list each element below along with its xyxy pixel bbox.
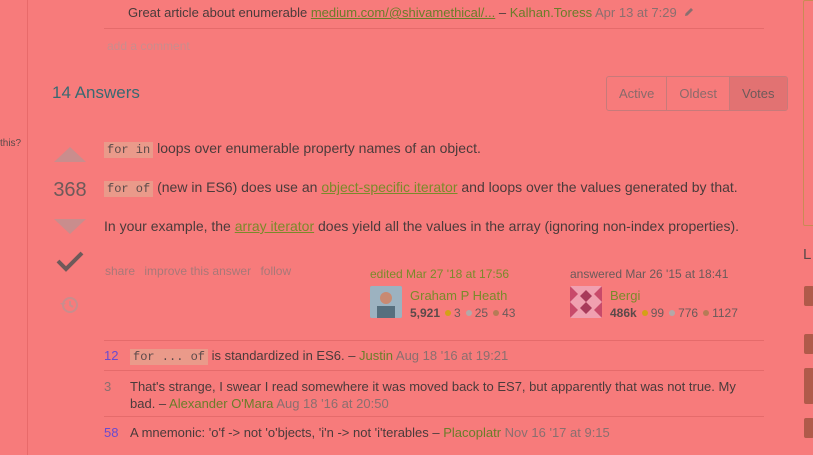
author-reputation: 486k 99 776 1127	[610, 306, 738, 320]
gold-badge-icon	[445, 310, 452, 317]
divider	[104, 340, 764, 341]
pencil-icon[interactable]	[683, 6, 695, 18]
history-icon[interactable]	[59, 294, 81, 316]
answer-link[interactable]: array iterator	[235, 218, 314, 234]
comment-author[interactable]: Placoplatr	[443, 425, 501, 440]
bronze-badge-count: 1127	[712, 306, 738, 320]
comment-author[interactable]: Kalhan.Toress	[510, 5, 592, 20]
comment-date[interactable]: Aug 18 '16 at 19:21	[393, 348, 508, 363]
comment-text: That's strange, I swear I read somewhere…	[130, 379, 736, 394]
answer-text: and loops over the values generated by t…	[457, 179, 738, 195]
reputation-score: 5,921	[410, 306, 441, 320]
tab-votes[interactable]: Votes	[729, 77, 787, 110]
inline-code: for of	[104, 181, 154, 197]
comment-text: is standardized in ES6. –	[208, 348, 360, 363]
answered-label: answered Mar 26 '15 at 18:41	[570, 267, 729, 281]
comment-text: A mnemonic: 'o'f -> not 'o'bjects, 'i'n …	[130, 425, 444, 440]
inline-code: for ... of	[130, 349, 209, 365]
comment: 58 A mnemonic: 'o'f -> not 'o'bjects, 'i'…	[104, 425, 610, 440]
comment-date[interactable]: Nov 16 '17 at 9:15	[501, 425, 610, 440]
comment-date[interactable]: Apr 13 at 7:29	[592, 5, 677, 20]
silver-badge-count: 776	[678, 306, 699, 320]
vote-count: 368	[53, 179, 87, 201]
answer-text: does yield all the values in the array (…	[314, 218, 740, 234]
author-name[interactable]: Bergi	[610, 288, 640, 303]
sort-tabs: Active Oldest Votes	[606, 76, 788, 111]
right-sidebar-box	[803, 0, 813, 226]
comment-link[interactable]: medium.com/@shivamethical/...	[311, 5, 495, 20]
silver-badge-count: 25	[474, 306, 489, 320]
comment-text: bad. –	[130, 396, 170, 411]
answer-paragraph: In your example, the array iterator does…	[104, 218, 739, 234]
right-sidebar-chip[interactable]	[804, 286, 813, 306]
edited-label[interactable]: edited Mar 27 '18 at 17:56	[370, 267, 509, 281]
editor-reputation: 5,921 3 25 43	[410, 306, 515, 320]
divider	[104, 370, 764, 371]
comment-separator: –	[495, 5, 510, 20]
comment-score: 3	[104, 379, 112, 394]
answer-link[interactable]: object-specific iterator	[321, 179, 457, 195]
gold-badge-icon	[641, 310, 648, 317]
tab-oldest[interactable]: Oldest	[667, 77, 730, 110]
answer-paragraph: for of (new in ES6) does use an object-s…	[104, 179, 738, 197]
avatar[interactable]	[570, 286, 602, 318]
upvote-arrow-icon[interactable]	[54, 147, 86, 162]
follow-link[interactable]: follow	[260, 264, 291, 278]
comment-text: Great article about enumerable	[128, 5, 311, 20]
gold-badge-count: 99	[650, 306, 665, 320]
right-sidebar-chip[interactable]	[804, 334, 813, 354]
answer-text: (new in ES6) does use an	[153, 179, 322, 195]
left-sidebar	[0, 0, 28, 455]
comment-author[interactable]: Justin	[359, 348, 393, 363]
comment-score: 12	[104, 348, 119, 363]
divider	[104, 28, 764, 29]
editor-name[interactable]: Graham P Heath	[410, 288, 507, 303]
comment: 12 for ... of is standardized in ES6. – J…	[104, 348, 508, 365]
reputation-score: 486k	[610, 306, 637, 320]
left-sidebar-text: this?	[0, 138, 22, 149]
share-link[interactable]: share	[105, 264, 135, 278]
right-sidebar-chip[interactable]	[804, 418, 813, 438]
bronze-badge-count: 43	[502, 306, 516, 320]
answer-paragraph: for in loops over enumerable property na…	[104, 140, 481, 158]
inline-code: for in	[104, 142, 154, 158]
avatar[interactable]	[370, 286, 402, 318]
comment: 3 That's strange, I swear I read somewhe…	[104, 378, 736, 412]
divider	[104, 416, 764, 417]
answers-heading: 14 Answers	[52, 83, 140, 102]
add-comment-link[interactable]: add a comment	[107, 39, 190, 53]
comment-score: 58	[104, 425, 119, 440]
silver-badge-icon	[669, 310, 676, 317]
question-comment: Great article about enumerable medium.co…	[128, 5, 695, 20]
post-actions: share improve this answer follow	[105, 264, 297, 278]
answer-text: In your example, the	[104, 218, 235, 234]
downvote-arrow-icon[interactable]	[54, 219, 86, 234]
gold-badge-count: 3	[454, 306, 461, 320]
comment-author[interactable]: Alexander O'Mara	[169, 396, 273, 411]
bronze-badge-icon	[703, 310, 710, 317]
right-sidebar-chip[interactable]	[804, 384, 813, 404]
tab-active[interactable]: Active	[607, 77, 668, 110]
silver-badge-icon	[465, 310, 472, 317]
accepted-check-icon	[56, 251, 84, 272]
right-sidebar-heading: L	[803, 246, 812, 263]
improve-answer-link[interactable]: improve this answer	[144, 264, 251, 278]
comment-body: That's strange, I swear I read somewhere…	[104, 378, 736, 412]
comment-date[interactable]: Aug 18 '16 at 20:50	[273, 396, 388, 411]
bronze-badge-icon	[493, 310, 500, 317]
answer-text: loops over enumerable property names of …	[153, 140, 481, 156]
